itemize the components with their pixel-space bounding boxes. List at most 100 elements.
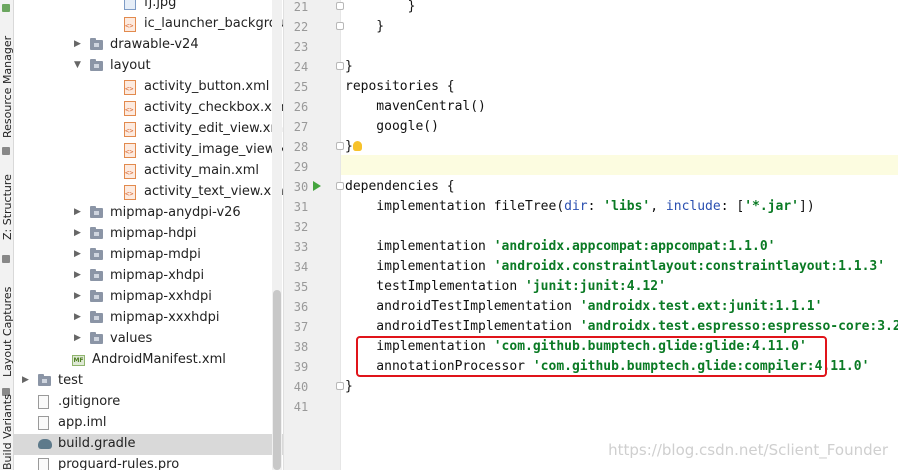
tree-item[interactable]: activity_image_view.xr	[14, 140, 283, 161]
tree-item[interactable]: ▶ mipmap-mdpi	[14, 245, 283, 266]
tree-item[interactable]: ▶ mipmap-anydpi-v26	[14, 203, 283, 224]
chevron-right-icon[interactable]: ▶	[74, 333, 81, 343]
code-line[interactable]: }	[345, 0, 416, 14]
chevron-right-icon[interactable]: ▶	[22, 375, 29, 385]
chevron-right-icon[interactable]: ▶	[74, 228, 81, 238]
chevron-right-icon[interactable]: ▶	[74, 207, 81, 217]
code-line[interactable]: }	[345, 139, 353, 154]
code-line[interactable]: }	[345, 19, 384, 34]
tree-item[interactable]: ▼ layout	[14, 56, 283, 77]
build-variants-tab[interactable]: Build Variants	[0, 394, 14, 470]
code-token: repositories {	[345, 79, 455, 94]
tree-item[interactable]: build.gradle	[14, 434, 283, 455]
tree-item[interactable]: proguard-rules.pro	[14, 455, 283, 470]
code-line[interactable]: dependencies {	[345, 179, 455, 194]
current-line-highlight	[341, 155, 898, 175]
folder-icon	[90, 248, 103, 260]
tree-item-label: values	[110, 331, 153, 346]
string-literal: 'androidx.test.ext:junit:1.1.1'	[579, 299, 823, 314]
fold-marker-icon[interactable]	[336, 182, 344, 190]
code-line[interactable]: implementation 'androidx.constraintlayou…	[345, 259, 885, 274]
code-line[interactable]: androidTestImplementation 'androidx.test…	[345, 299, 822, 314]
tree-item[interactable]: ▶ mipmap-xhdpi	[14, 266, 283, 287]
code-line[interactable]: }	[345, 59, 353, 74]
text-file-icon	[38, 458, 49, 470]
string-literal: 'androidx.appcompat:appcompat:1.1.0'	[493, 239, 776, 254]
code-line[interactable]: implementation fileTree(dir: 'libs', inc…	[345, 199, 815, 214]
tree-item[interactable]: ▶ mipmap-xxxhdpi	[14, 308, 283, 329]
tree-item[interactable]: ▶ values	[14, 329, 283, 350]
xml-file-icon	[124, 164, 136, 179]
folder-icon	[90, 227, 103, 239]
folder-icon	[90, 206, 103, 218]
tree-item[interactable]: ▶ test	[14, 371, 283, 392]
line-number: 36	[293, 300, 309, 314]
tree-item-label: proguard-rules.pro	[58, 457, 180, 470]
folder-icon	[90, 290, 103, 302]
tree-item[interactable]: activity_text_view.xml	[14, 182, 283, 203]
code-line[interactable]: }	[345, 379, 353, 394]
line-number: 35	[293, 280, 309, 294]
tree-item[interactable]: activity_button.xml	[14, 77, 283, 98]
resource-manager-tab-label: Resource Manager	[1, 35, 14, 138]
xml-file-icon	[124, 17, 136, 32]
lightbulb-icon[interactable]	[353, 141, 362, 151]
folder-icon	[90, 38, 103, 50]
chevron-right-icon[interactable]: ▶	[74, 291, 81, 301]
chevron-down-icon[interactable]: ▼	[74, 60, 81, 70]
string-literal: 'androidx.test.espresso:espresso-core:3.…	[579, 319, 898, 334]
code-line[interactable]: androidTestImplementation 'androidx.test…	[345, 319, 898, 334]
structure-tab[interactable]: Z: Structure	[0, 170, 14, 250]
project-scrollbar-thumb[interactable]	[273, 290, 281, 470]
tree-item-label: ic_launcher_backgrou	[144, 16, 284, 31]
folder-icon	[90, 332, 103, 344]
manifest-icon: MF	[72, 355, 85, 366]
line-number: 31	[293, 200, 309, 214]
tree-item[interactable]: MF AndroidManifest.xml	[14, 350, 283, 371]
code-line[interactable]: repositories {	[345, 79, 455, 94]
fold-marker-icon[interactable]	[336, 142, 344, 150]
chevron-right-icon[interactable]: ▶	[74, 270, 81, 280]
fold-marker-icon[interactable]	[336, 2, 344, 10]
tree-item-label: activity_button.xml	[144, 79, 270, 94]
xml-file-icon	[124, 185, 136, 200]
tree-item[interactable]: activity_edit_view.xml	[14, 119, 283, 140]
tree-item-label: fj.jpg	[144, 0, 177, 10]
tree-item[interactable]: activity_main.xml	[14, 161, 283, 182]
tree-item-label: app.iml	[58, 415, 107, 430]
line-number: 24	[293, 60, 309, 74]
folder-icon	[38, 374, 51, 386]
code-token: ])	[799, 199, 815, 214]
code-line[interactable]: implementation 'androidx.appcompat:appco…	[345, 239, 775, 254]
tree-item[interactable]: ▶ mipmap-hdpi	[14, 224, 283, 245]
string-literal: '*.jar'	[744, 199, 799, 214]
chevron-right-icon[interactable]: ▶	[74, 249, 81, 259]
code-line[interactable]: testImplementation 'junit:junit:4.12'	[345, 279, 666, 294]
tree-item-label: .gitignore	[58, 394, 121, 409]
line-number: 37	[293, 320, 309, 334]
resource-manager-tab[interactable]: Resource Manager	[0, 18, 14, 148]
line-number: 29	[293, 160, 309, 174]
run-icon[interactable]	[313, 181, 321, 191]
line-number: 21	[293, 0, 309, 14]
tree-item[interactable]: fj.jpg	[14, 0, 283, 14]
line-number: 28	[293, 140, 309, 154]
tree-item[interactable]: app.iml	[14, 413, 283, 434]
code-line[interactable]: mavenCentral()	[345, 99, 486, 114]
tree-item[interactable]: ▶ drawable-v24	[14, 35, 283, 56]
chevron-right-icon[interactable]: ▶	[74, 312, 81, 322]
layout-captures-tab[interactable]: Layout Captures	[0, 265, 14, 385]
tree-item[interactable]: .gitignore	[14, 392, 283, 413]
code-token: }	[345, 379, 353, 394]
tree-item-label: mipmap-hdpi	[110, 226, 197, 241]
code-line[interactable]: google()	[345, 119, 439, 134]
fold-marker-icon[interactable]	[336, 382, 344, 390]
tree-item[interactable]: ic_launcher_backgrou	[14, 14, 283, 35]
fold-marker-icon[interactable]	[336, 22, 344, 30]
tree-item-label: mipmap-xxhdpi	[110, 289, 212, 304]
chevron-right-icon[interactable]: ▶	[74, 39, 81, 49]
tree-item[interactable]: ▶ mipmap-xxhdpi	[14, 287, 283, 308]
text-file-icon	[38, 395, 49, 409]
fold-marker-icon[interactable]	[336, 62, 344, 70]
tree-item[interactable]: activity_checkbox.xml	[14, 98, 283, 119]
